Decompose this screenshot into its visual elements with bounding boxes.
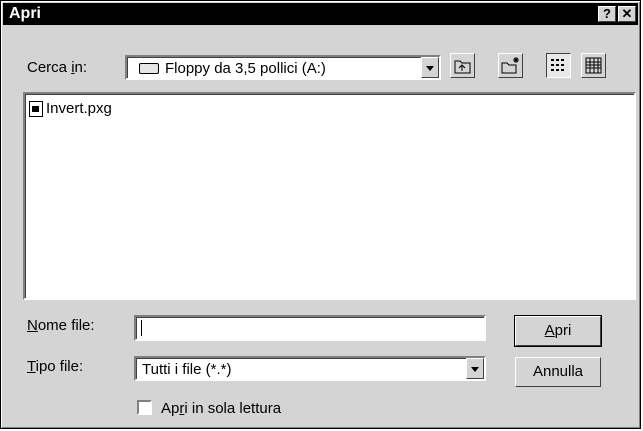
- close-button[interactable]: ✕: [618, 6, 636, 22]
- text-cursor: [141, 320, 142, 336]
- filetype-combo[interactable]: Tutti i file (*.*): [134, 356, 486, 381]
- list-view-icon: [551, 59, 564, 71]
- details-view-icon: [585, 57, 602, 74]
- lookin-value: Floppy da 3,5 pollici (A:): [165, 60, 326, 77]
- help-button[interactable]: ?: [598, 6, 616, 22]
- drive-icon: [139, 63, 159, 74]
- filename-input[interactable]: [134, 315, 486, 341]
- cancel-button[interactable]: Annulla: [515, 357, 601, 387]
- readonly-checkbox[interactable]: [137, 400, 152, 415]
- details-view-button[interactable]: [581, 53, 606, 78]
- filetype-value: Tutti i file (*.*): [142, 361, 232, 378]
- lookin-label: Cerca in:: [27, 59, 88, 76]
- open-dialog: Apri ? ✕ Cerca in: Floppy da 3,5 pollici…: [0, 0, 641, 429]
- list-view-button[interactable]: [546, 53, 571, 78]
- new-folder-icon: [501, 57, 519, 74]
- window-title: Apri: [9, 5, 41, 22]
- up-folder-icon: [454, 60, 471, 74]
- file-name: Invert.pxg: [46, 100, 112, 117]
- help-icon: ?: [603, 6, 611, 21]
- title-bar[interactable]: Apri ? ✕: [3, 3, 638, 25]
- lookin-combo[interactable]: Floppy da 3,5 pollici (A:): [125, 55, 441, 80]
- open-button[interactable]: Apri: [514, 315, 602, 347]
- file-icon: [29, 101, 43, 117]
- file-list[interactable]: Invert.pxg: [23, 92, 636, 300]
- filetype-dropdown-button[interactable]: [466, 358, 484, 379]
- readonly-label[interactable]: Apri in sola lettura: [161, 400, 281, 417]
- filetype-label: Tipo file:: [27, 358, 84, 375]
- new-folder-button[interactable]: [498, 53, 523, 78]
- lookin-dropdown-button[interactable]: [421, 57, 439, 78]
- up-folder-button[interactable]: [450, 53, 475, 78]
- close-icon: ✕: [621, 6, 633, 21]
- filename-label: Nome file:: [27, 317, 95, 334]
